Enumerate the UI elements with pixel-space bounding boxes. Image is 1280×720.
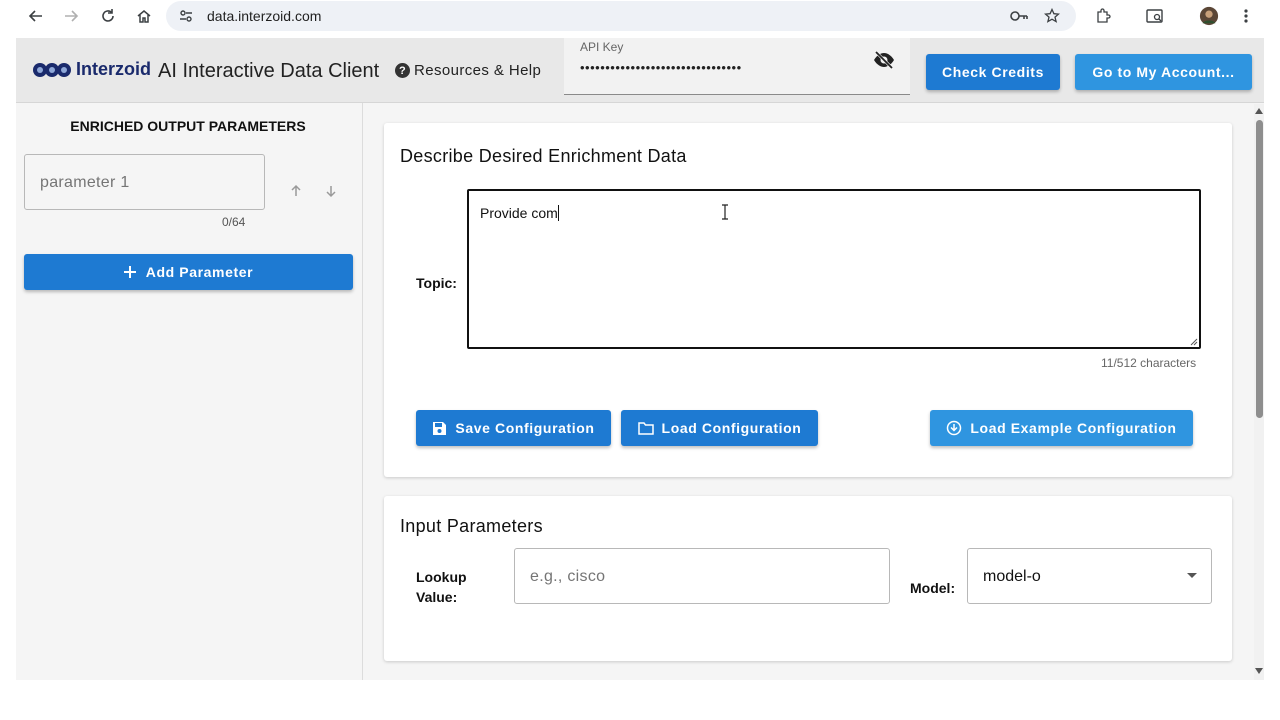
scroll-thumb[interactable]	[1256, 120, 1263, 418]
parameter-char-counter: 0/64	[222, 215, 246, 229]
app-title: AI Interactive Data Client	[158, 60, 380, 82]
address-bar[interactable]: data.interzoid.com	[166, 1, 1076, 31]
site-settings-icon[interactable]	[178, 8, 194, 29]
model-selected-value: model-o	[983, 568, 1041, 585]
model-label: Model:	[910, 580, 956, 596]
profile-avatar-icon[interactable]	[1199, 6, 1219, 26]
page-scrollbar[interactable]	[1254, 104, 1264, 680]
parameter-placeholder: parameter 1	[40, 174, 130, 191]
help-label: Resources & Help	[414, 62, 542, 79]
plus-icon	[123, 266, 136, 278]
url-text: data.interzoid.com	[207, 8, 322, 24]
resources-help-link[interactable]: ? Resources & Help	[395, 62, 541, 79]
move-up-icon[interactable]	[288, 183, 304, 199]
home-icon[interactable]	[134, 6, 154, 26]
load-configuration-button[interactable]: Load Configuration	[621, 410, 818, 446]
topic-textarea[interactable]: Provide com	[467, 189, 1201, 349]
visibility-off-icon[interactable]	[872, 50, 896, 70]
add-parameter-label: Add Parameter	[145, 264, 254, 280]
api-key-label: API Key	[580, 40, 624, 54]
logo-text: Interzoid	[76, 59, 151, 79]
lookup-value-input[interactable]: e.g., cisco	[514, 548, 890, 604]
download-circle-icon	[947, 420, 962, 436]
input-parameters-card: Input Parameters Lookup Value: e.g., cis…	[384, 496, 1232, 661]
lookup-value-label: Lookup Value:	[416, 569, 467, 605]
enrichment-title: Describe Desired Enrichment Data	[400, 146, 687, 166]
folder-icon	[637, 421, 654, 435]
help-icon: ?	[395, 63, 410, 78]
browser-menu-icon[interactable]	[1236, 6, 1256, 26]
lookup-placeholder: e.g., cisco	[530, 568, 606, 585]
model-select[interactable]: model-o	[967, 548, 1212, 604]
save-icon	[433, 421, 447, 435]
save-configuration-button[interactable]: Save Configuration	[416, 410, 611, 446]
back-icon[interactable]	[26, 6, 46, 26]
app-window: Interzoid AI Interactive Data Client ? R…	[16, 38, 1264, 680]
dropdown-arrow-icon	[1187, 573, 1197, 578]
bookmark-star-icon[interactable]	[1042, 6, 1062, 26]
load-example-configuration-button[interactable]: Load Example Configuration	[930, 410, 1193, 446]
forward-icon[interactable]	[61, 6, 81, 26]
add-parameter-button[interactable]: Add Parameter	[24, 254, 353, 290]
load-label: Load Configuration	[661, 420, 802, 436]
check-credits-button[interactable]: Check Credits	[926, 54, 1060, 90]
text-cursor-icon	[722, 204, 728, 220]
browser-toolbar: data.interzoid.com	[0, 0, 1280, 32]
interzoid-logo[interactable]: Interzoid	[32, 59, 151, 80]
parameter-1-input[interactable]: parameter 1	[24, 154, 265, 210]
extensions-icon[interactable]	[1093, 6, 1113, 26]
tab-search-icon[interactable]	[1145, 6, 1165, 26]
scroll-down-icon[interactable]	[1255, 668, 1263, 674]
go-to-account-button[interactable]: Go to My Account...	[1075, 54, 1252, 90]
password-key-icon[interactable]	[1009, 6, 1029, 26]
scroll-up-icon[interactable]	[1255, 108, 1263, 114]
move-down-icon[interactable]	[323, 183, 339, 199]
enrichment-card: Describe Desired Enrichment Data Topic: …	[384, 123, 1232, 477]
save-label: Save Configuration	[455, 420, 595, 436]
api-key-field[interactable]: API Key ••••••••••••••••••••••••••••••••	[564, 38, 910, 95]
example-label: Load Example Configuration	[970, 420, 1177, 436]
topic-text: Provide com	[480, 205, 559, 221]
topic-char-count: 11/512 characters	[1101, 356, 1197, 370]
api-key-value: ••••••••••••••••••••••••••••••••	[580, 60, 742, 75]
panel-title: ENRICHED OUTPUT PARAMETERS	[70, 118, 306, 134]
output-parameters-panel: ENRICHED OUTPUT PARAMETERS parameter 1 0…	[16, 103, 363, 680]
topic-label: Topic:	[416, 275, 457, 291]
logo-gears-icon	[33, 62, 71, 77]
app-header: Interzoid AI Interactive Data Client ? R…	[16, 38, 1264, 103]
reload-icon[interactable]	[98, 6, 118, 26]
resize-grip-icon[interactable]	[1190, 338, 1198, 346]
input-parameters-title: Input Parameters	[400, 516, 543, 536]
